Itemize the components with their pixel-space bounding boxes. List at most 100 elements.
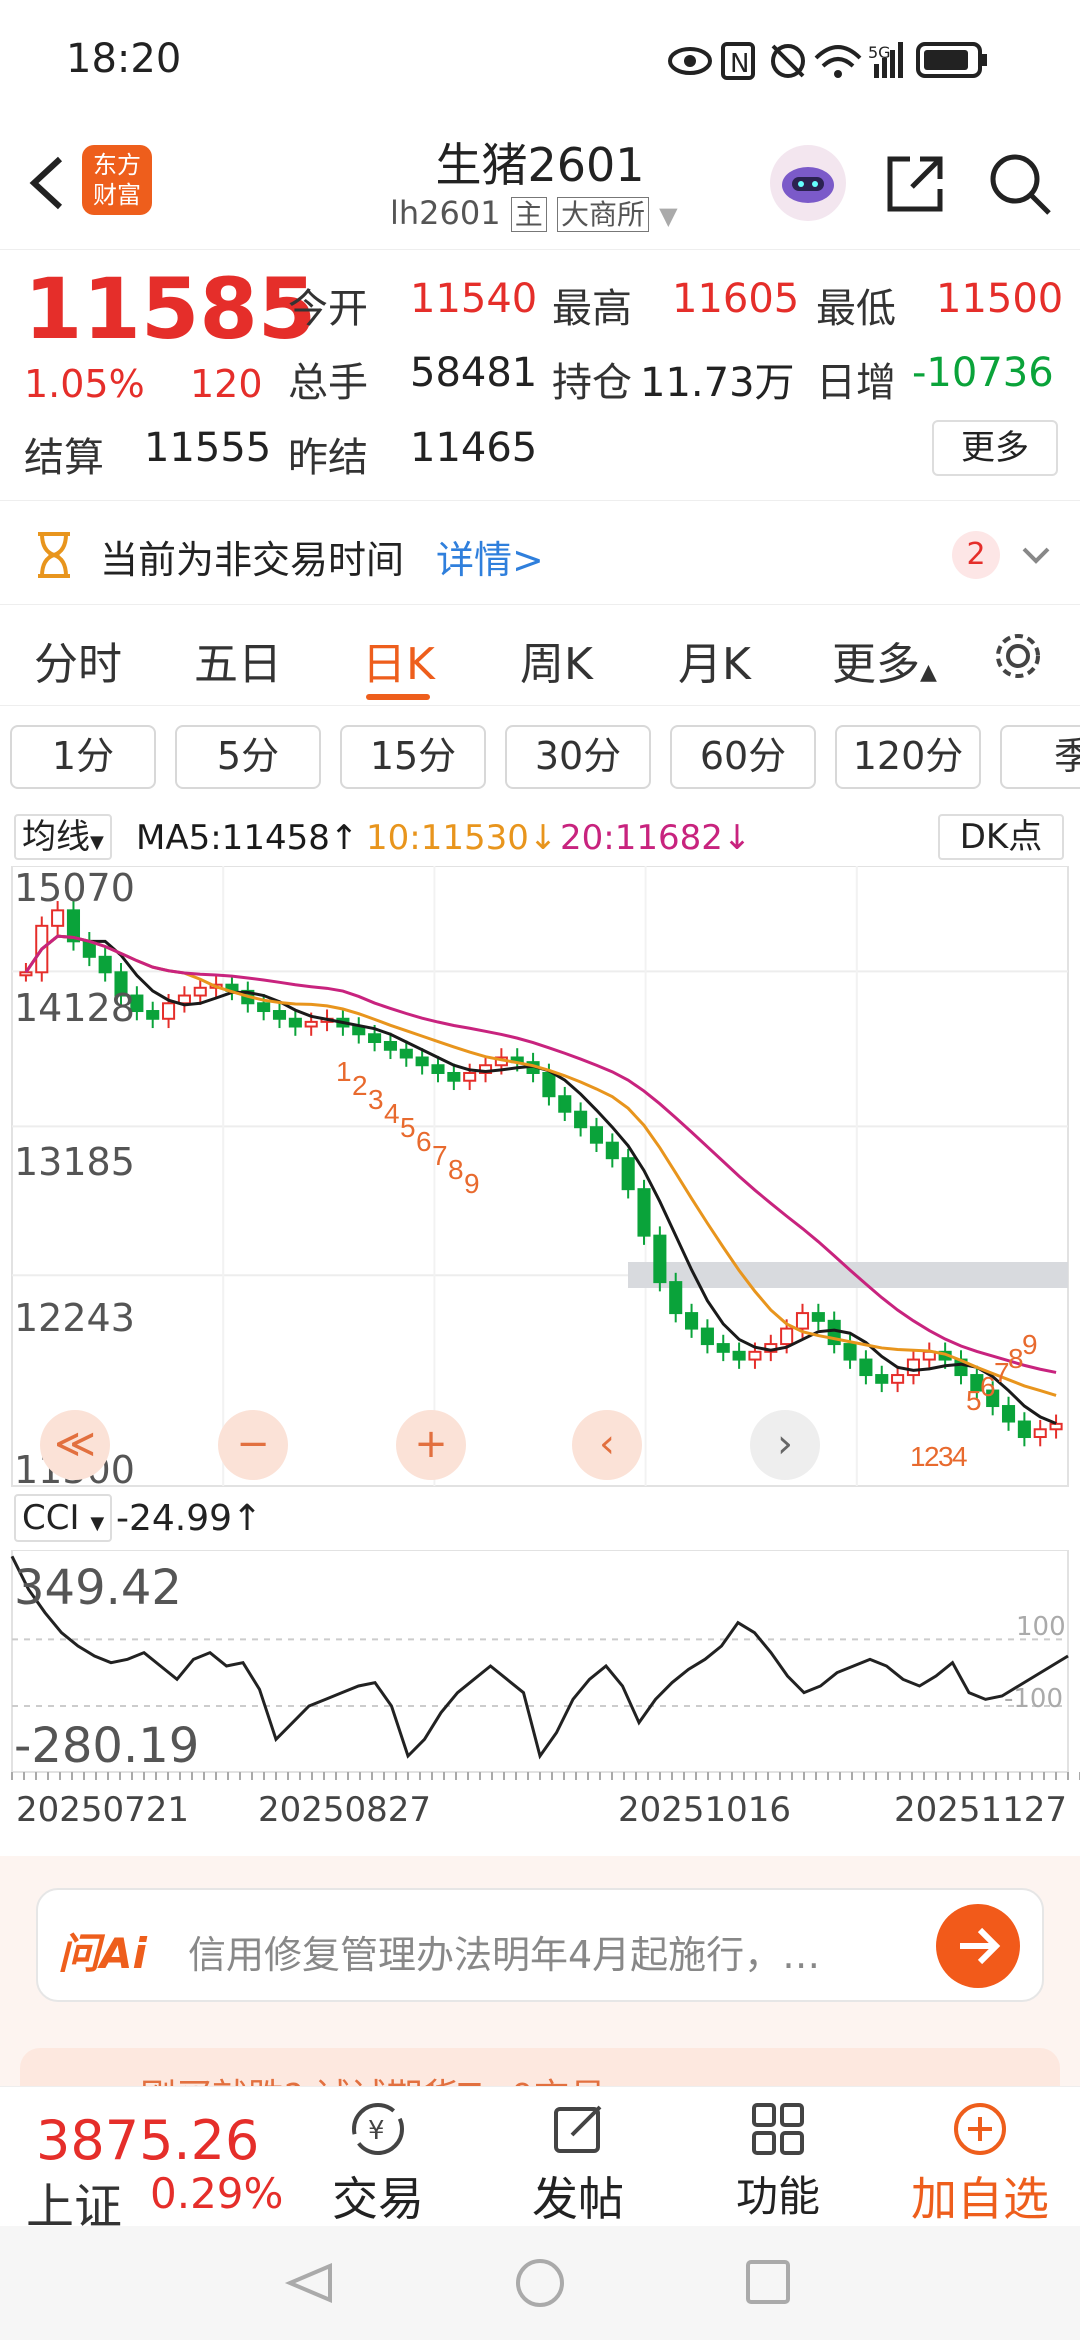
back-icon[interactable] [22,153,72,213]
candle [574,1110,588,1129]
notice-detail-link[interactable]: 详情> [436,529,544,584]
cci-level-hi: 100 [1016,1612,1066,1642]
recents-nav-icon [746,2260,790,2304]
scroll-left-button[interactable]: ‹ [572,1410,642,1480]
index-value[interactable]: 3875.26 [36,2109,259,2172]
candle [19,971,33,977]
edit-icon [554,2105,602,2153]
period-5min[interactable]: 5分 [175,725,321,789]
period-120min[interactable]: 120分 [835,725,981,789]
tab-five-day[interactable]: 五日 [194,628,282,692]
arrow-right-icon[interactable] [936,1904,1020,1988]
notice-bar[interactable]: 当前为非交易时间 详情> 2 [0,500,1080,605]
period-1min[interactable]: 1分 [10,725,156,789]
period-quarter[interactable]: 季 [1000,725,1080,789]
post-button[interactable]: 发帖 [518,2099,638,2229]
candle [288,1017,302,1028]
candle [304,1020,318,1028]
system-nav-icons [284,2259,790,2307]
candle [1001,1405,1016,1423]
tab-more[interactable]: 更多▲ [832,628,937,692]
candle [162,1002,176,1020]
candle [177,994,191,1005]
period-15min[interactable]: 15分 [340,725,486,789]
candle [875,1374,889,1384]
logo-line2: 财富 [93,181,141,209]
tab-monthly-k[interactable]: 月K [678,628,751,692]
x-date-2: 20250827 [258,1790,432,1830]
settings-icon[interactable] [990,628,1046,684]
candle [653,1234,667,1284]
td-marker: 9 [1022,1329,1038,1360]
kline-chart[interactable]: 123456789123456789 [0,865,1080,1488]
caret-down-icon: ▼ [90,1513,105,1534]
trade-button[interactable]: ¥ 交易 [318,2099,438,2229]
candle [542,1071,556,1098]
tab-intraday[interactable]: 分时 [34,628,122,692]
td-marker: 7 [432,1140,448,1171]
zoom-in-button[interactable]: + [396,1410,466,1480]
search-icon[interactable] [985,149,1055,219]
td-marker: 8 [448,1154,464,1185]
candle [146,1010,160,1020]
share-icon[interactable] [880,149,950,219]
status-icons: N 5G [668,36,1018,86]
cci-min: -280.19 [14,1718,200,1774]
add-watchlist-button[interactable]: 加自选 [900,2099,1060,2229]
zoom-out-button[interactable]: − [218,1410,288,1480]
trade-label: 交易 [332,2172,424,2226]
y-tick-2: 14128 [14,986,135,1030]
function-button[interactable]: 功能 [718,2099,838,2224]
contract-title: 生猪2601 [435,138,645,192]
settle-label: 结算 [24,435,104,481]
more-quote-button[interactable]: 更多 [932,420,1058,476]
chevron-down-icon[interactable] [1018,537,1054,573]
x-date-3: 20251016 [618,1790,792,1830]
function-label: 功能 [735,2172,820,2221]
post-label: 发帖 [532,2172,624,2226]
candle [272,1010,287,1020]
candle [716,1343,730,1353]
volume-value: 58481 [410,350,538,396]
period-30min[interactable]: 30分 [505,725,651,789]
active-tab-indicator [366,694,430,700]
candle [193,986,207,997]
daily-inc-value: -10736 [912,350,1054,396]
cci-dropdown[interactable]: CCI ▼ [14,1494,113,1542]
ai-avatar-icon[interactable] [770,145,846,221]
candle [368,1033,382,1044]
scroll-left-fast-button[interactable]: ≪ [40,1410,110,1480]
ai-suggestion-text: 信用修复管理办法明年4月起施行，… [188,1933,821,1977]
tab-weekly-k[interactable]: 周K [520,628,593,692]
dk-point-button[interactable]: DK点 [938,814,1064,860]
status-bar: 18:20 N 5G [0,0,1080,125]
svg-text:¥: ¥ [368,2116,385,2146]
candle [463,1071,477,1082]
oi-label: 持仓 [552,360,632,406]
candle [399,1048,413,1059]
promo-banner[interactable]: 刚买就跌? 试试期货T+0交易 > [20,2048,1060,2088]
cci-value: -24.99↑ [116,1498,263,1539]
candle [1033,1428,1047,1439]
ma-dropdown-label: 均线 [22,817,90,857]
scroll-right-button[interactable]: › [750,1410,820,1480]
app-header: 东方 财富 生猪2601 lh2601 主 大商所 ▼ [0,125,1080,250]
system-nav [0,2226,1080,2340]
candle [748,1350,762,1361]
tab-daily-k[interactable]: 日K [362,628,435,692]
home-nav-icon [516,2259,564,2307]
candle [51,909,65,927]
ma-dropdown[interactable]: 均线▼ [14,814,112,860]
high-value: 11605 [672,276,800,322]
prev-settle-label: 昨结 [288,435,368,481]
ai-input-bar[interactable]: 问Ai 信用修复管理办法明年4月起施行，… [36,1888,1044,2002]
period-60min[interactable]: 60分 [670,725,816,789]
contract-subtitle[interactable]: lh2601 主 大商所 ▼ [390,193,710,237]
app-logo[interactable]: 东方 财富 [82,145,152,215]
candle [891,1374,905,1384]
ma-bar: 均线▼ MA5:11458↑ 10:11530↓ 20:11682↓ DK点 [0,810,1080,866]
settle-value: 11555 [144,425,272,471]
notice-text: 当前为非交易时间 [100,538,405,582]
bottom-toolbar: 3875.26 上证 0.29% ¥ 交易 发帖 功能 加自选 [0,2086,1080,2235]
status-time: 18:20 [66,36,182,82]
